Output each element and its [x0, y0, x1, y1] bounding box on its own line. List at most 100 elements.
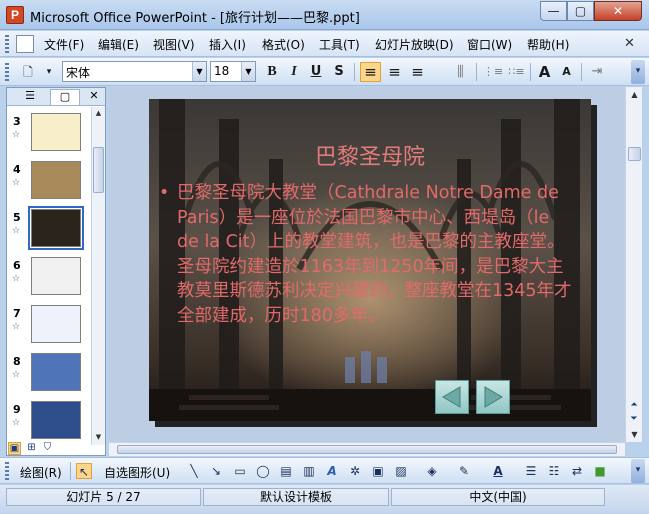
- scrollbar-thumb[interactable]: [628, 147, 641, 161]
- menu-tools[interactable]: 工具(T): [319, 36, 360, 53]
- powerpoint-app-icon[interactable]: P: [6, 6, 24, 24]
- slide-thumbnail[interactable]: 7 ☆: [7, 303, 91, 347]
- menu-edit[interactable]: 编辑(E): [98, 36, 139, 53]
- slide-thumbnail[interactable]: 6 ☆: [7, 255, 91, 299]
- toolbar-overflow-icon[interactable]: ▾: [631, 60, 645, 84]
- menu-insert[interactable]: 插入(I): [209, 36, 246, 53]
- menu-slideshow[interactable]: 幻灯片放映(D): [375, 36, 454, 53]
- distributed-align-button[interactable]: ⫼: [450, 62, 471, 82]
- scroll-down-icon[interactable]: ▼: [627, 427, 642, 442]
- align-right-button[interactable]: ≡: [407, 62, 428, 82]
- wordart-icon[interactable]: A: [324, 463, 340, 479]
- toolbar-overflow-icon[interactable]: ▾: [631, 459, 645, 483]
- font-color-icon[interactable]: A: [490, 463, 506, 479]
- slide-thumbnail-image[interactable]: [31, 401, 81, 439]
- shadow-style-icon[interactable]: ■: [592, 463, 608, 479]
- transition-star-icon: ☆: [12, 418, 21, 428]
- thumbnail-scrollbar[interactable]: ▲ ▼: [91, 107, 105, 445]
- slide-body-text[interactable]: • 巴黎圣母院大教堂（Cathdrale Notre Dame de Paris…: [159, 181, 573, 328]
- slide-number: 7: [13, 307, 21, 320]
- slide-thumbnail-image[interactable]: [31, 257, 81, 295]
- slide-thumbnail-image[interactable]: [28, 206, 84, 250]
- slide-thumbnail[interactable]: 9 ☆: [7, 399, 91, 443]
- increase-indent-button[interactable]: ⇥: [587, 62, 607, 82]
- scroll-down-icon[interactable]: ▼: [92, 431, 105, 444]
- text-box-icon[interactable]: ▤: [278, 463, 294, 479]
- scrollbar-thumb[interactable]: [93, 147, 104, 193]
- numbering-button[interactable]: ⋮≡: [482, 62, 503, 82]
- menu-help[interactable]: 帮助(H): [527, 36, 569, 53]
- menu-view[interactable]: 视图(V): [153, 36, 195, 53]
- chevron-down-icon[interactable]: ▼: [241, 62, 255, 81]
- pane-close-icon[interactable]: ✕: [87, 89, 101, 105]
- line-color-icon[interactable]: ✎: [456, 463, 472, 479]
- menu-format[interactable]: 格式(O): [262, 36, 305, 53]
- menu-window[interactable]: 窗口(W): [467, 36, 512, 53]
- oval-tool-icon[interactable]: ◯: [255, 463, 271, 479]
- font-name-combo[interactable]: 宋体 ▼: [62, 61, 207, 82]
- draw-menu-button[interactable]: 绘图(R): [20, 464, 62, 481]
- tab-outline[interactable]: ☰: [11, 89, 49, 105]
- clip-art-icon[interactable]: ▣: [370, 463, 386, 479]
- slideshow-view-icon[interactable]: ⛉: [41, 442, 54, 455]
- document-close-icon[interactable]: ✕: [624, 36, 635, 51]
- document-menu-icon[interactable]: [16, 35, 34, 53]
- slide-thumbnail-image[interactable]: [31, 113, 81, 151]
- previous-slide-icon[interactable]: ⏶: [626, 399, 642, 412]
- underline-button[interactable]: U: [307, 62, 325, 82]
- toolbar-separator: [530, 63, 531, 81]
- autoshapes-menu-button[interactable]: 自选图形(U): [104, 464, 170, 481]
- select-objects-icon[interactable]: ↖: [76, 463, 92, 479]
- menu-grip-icon[interactable]: [5, 35, 9, 53]
- slide-vertical-scrollbar[interactable]: ▲ ⏶ ⏷ ▼: [625, 87, 642, 442]
- italic-button[interactable]: I: [285, 62, 303, 82]
- scroll-up-icon[interactable]: ▲: [92, 107, 105, 120]
- menu-file[interactable]: 文件(F): [44, 36, 84, 53]
- shadow-button[interactable]: S: [330, 62, 348, 82]
- previous-slide-button[interactable]: [435, 380, 469, 414]
- slide-thumbnail[interactable]: 4 ☆: [7, 159, 91, 203]
- slide-thumbnail-image[interactable]: [31, 161, 81, 199]
- minimize-button[interactable]: —: [540, 1, 567, 21]
- line-tool-icon[interactable]: ╲: [186, 463, 202, 479]
- slide-thumbnail-image[interactable]: [31, 353, 81, 391]
- align-center-button[interactable]: ≡: [384, 62, 405, 82]
- maximize-button[interactable]: ▢: [567, 1, 594, 21]
- chevron-down-icon[interactable]: ▼: [192, 62, 206, 81]
- slide-thumbnail-image[interactable]: [31, 305, 81, 343]
- toolbar-options-icon[interactable]: ▾: [42, 62, 56, 82]
- font-size-combo[interactable]: 18 ▼: [210, 61, 256, 82]
- scroll-up-icon[interactable]: ▲: [627, 87, 642, 102]
- current-slide[interactable]: 巴黎圣母院 • 巴黎圣母院大教堂（Cathdrale Notre Dame de…: [149, 99, 591, 421]
- line-style-icon[interactable]: ☰: [523, 463, 539, 479]
- next-slide-icon[interactable]: ⏷: [626, 413, 642, 426]
- new-document-icon[interactable]: 🗋: [18, 62, 38, 82]
- scrollbar-thumb[interactable]: [117, 445, 617, 454]
- diagram-icon[interactable]: ✲: [347, 463, 363, 479]
- align-left-button[interactable]: ≡: [360, 62, 381, 82]
- decrease-font-size-button[interactable]: A: [557, 62, 576, 82]
- next-slide-button[interactable]: [476, 380, 510, 414]
- slide-title[interactable]: 巴黎圣母院: [149, 139, 591, 171]
- toolbar-grip-icon[interactable]: [5, 462, 9, 480]
- formatting-toolbar: 🗋 ▾ 宋体 ▼ 18 ▼ B I U S ≡ ≡ ≡ ⫼ ⋮≡ ∷≡ A A …: [0, 58, 649, 86]
- slide-thumbnail[interactable]: 5 ☆: [7, 206, 91, 251]
- slide-horizontal-scrollbar[interactable]: [109, 442, 625, 456]
- arrow-tool-icon[interactable]: ↘: [208, 463, 224, 479]
- toolbar-grip-icon[interactable]: [5, 63, 9, 81]
- bold-button[interactable]: B: [263, 62, 281, 82]
- slide-thumbnail[interactable]: 3 ☆: [7, 111, 91, 155]
- arrow-style-icon[interactable]: ⇄: [569, 463, 585, 479]
- tab-slides[interactable]: ▢: [50, 89, 80, 105]
- rectangle-tool-icon[interactable]: ▭: [232, 463, 248, 479]
- insert-picture-icon[interactable]: ▨: [393, 463, 409, 479]
- fill-color-icon[interactable]: ◈: [424, 463, 440, 479]
- bullets-button[interactable]: ∷≡: [506, 62, 527, 82]
- slide-thumbnail[interactable]: 8 ☆: [7, 351, 91, 395]
- increase-font-size-button[interactable]: A: [535, 62, 554, 82]
- dash-style-icon[interactable]: ☷: [546, 463, 562, 479]
- normal-view-icon[interactable]: ▣: [8, 442, 21, 455]
- slide-sorter-view-icon[interactable]: ⊞: [25, 442, 38, 455]
- vertical-text-box-icon[interactable]: ▥: [301, 463, 317, 479]
- close-button[interactable]: ✕: [594, 1, 642, 21]
